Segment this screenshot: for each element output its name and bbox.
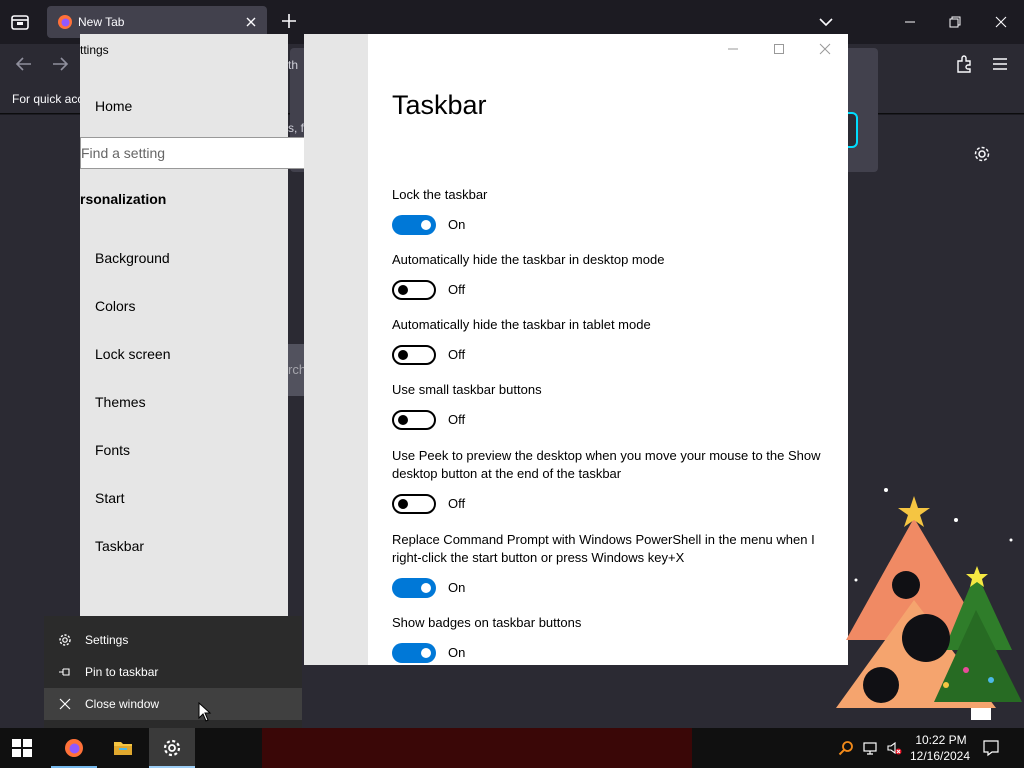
close-icon <box>59 698 71 710</box>
clock-time[interactable]: 10:22 PM <box>912 733 970 747</box>
setting-label-small-buttons: Use small taskbar buttons <box>392 382 542 397</box>
setting-label-peek: Use Peek to preview the desktop when you… <box>392 448 821 481</box>
nav-item-colors[interactable]: Colors <box>95 298 135 314</box>
nav-item-taskbar[interactable]: Taskbar <box>95 538 144 554</box>
close-tab-icon[interactable] <box>243 14 259 30</box>
nav-item-fonts[interactable]: Fonts <box>95 442 130 458</box>
nav-item-start[interactable]: Start <box>95 490 125 506</box>
nav-item-lock-screen[interactable]: Lock screen <box>95 346 170 362</box>
toggle-knob <box>398 285 408 295</box>
toggle-autohide-tablet[interactable] <box>392 345 436 365</box>
jump-item-label: Pin to taskbar <box>85 665 159 679</box>
christmas-tree-decoration <box>836 488 1022 720</box>
extensions-icon[interactable] <box>953 53 975 75</box>
mouse-cursor-icon <box>198 702 212 722</box>
jump-item-label: Settings <box>85 633 129 647</box>
firefox-logo-icon <box>58 15 72 29</box>
close-icon[interactable] <box>816 40 834 58</box>
nav-section-heading: rsonalization <box>80 191 167 207</box>
toggle-knob <box>421 220 431 230</box>
folder-icon <box>114 742 132 755</box>
toggle-peek[interactable] <box>392 494 436 514</box>
restore-icon[interactable] <box>941 8 969 36</box>
toggle-state-text: On <box>448 217 466 232</box>
toggle-state-text: Off <box>448 496 466 511</box>
gear-icon <box>163 739 181 757</box>
hamburger-menu-icon[interactable] <box>989 53 1011 75</box>
setting-label-lock-taskbar: Lock the taskbar <box>392 187 488 202</box>
toggle-knob <box>421 583 431 593</box>
settings-nav-pane: ttings Home rsonalization Background Col… <box>80 34 288 616</box>
maximize-icon[interactable] <box>770 40 788 58</box>
toggle-knob <box>398 499 408 509</box>
toggle-powershell[interactable] <box>392 578 436 598</box>
toggle-state-text: Off <box>448 347 466 362</box>
chevron-down-icon[interactable] <box>818 14 834 30</box>
clock-date[interactable]: 12/16/2024 <box>908 749 972 763</box>
settings-pane-divider <box>304 34 368 665</box>
toggle-state-text: On <box>448 645 466 660</box>
taskbar-app-settings[interactable] <box>149 728 195 768</box>
toggle-small-buttons[interactable] <box>392 410 436 430</box>
bookmarks-hint: For quick acc <box>12 92 84 106</box>
toggle-autohide-desktop[interactable] <box>392 280 436 300</box>
firefox-text-fragment: th <box>288 58 299 72</box>
firefox-view-icon[interactable] <box>8 10 32 34</box>
settings-content-pane: Taskbar Lock the taskbar On Automaticall… <box>368 34 848 665</box>
setting-label-autohide-desktop: Automatically hide the taskbar in deskto… <box>392 252 665 267</box>
minimize-icon[interactable] <box>896 8 924 36</box>
setting-label-autohide-tablet: Automatically hide the taskbar in tablet… <box>392 317 651 332</box>
search-key-icon[interactable] <box>838 740 854 756</box>
new-tab-icon[interactable] <box>280 12 298 30</box>
page-title: Taskbar <box>392 90 487 120</box>
taskbar-app-firefox[interactable] <box>51 728 97 768</box>
page-settings-gear-icon[interactable] <box>972 144 992 164</box>
minimize-icon[interactable] <box>724 40 742 58</box>
firefox-logo-icon <box>65 739 83 757</box>
setting-label-badges: Show badges on taskbar buttons <box>392 615 582 630</box>
toggle-state-text: Off <box>448 412 466 427</box>
windows-start-icon[interactable] <box>12 739 32 757</box>
gear-icon <box>59 634 71 646</box>
close-window-icon[interactable] <box>987 8 1015 36</box>
toggle-state-text: On <box>448 580 466 595</box>
find-setting-placeholder: Find a setting <box>81 145 166 161</box>
taskbar-jump-list: Settings Pin to taskbar Close window <box>44 616 302 728</box>
toggle-lock-taskbar[interactable] <box>392 215 436 235</box>
speaker-muted-icon[interactable] <box>886 740 902 756</box>
taskbar-wallpaper-strip <box>262 728 692 768</box>
tab-title: New Tab <box>78 15 125 29</box>
toggle-knob <box>398 415 408 425</box>
jump-item-label: Close window <box>85 697 160 711</box>
taskbar-app-file-explorer[interactable] <box>100 728 146 768</box>
network-icon[interactable] <box>862 740 878 756</box>
jump-item-close-window[interactable]: Close window <box>44 688 302 720</box>
toggle-knob <box>398 350 408 360</box>
pin-icon <box>59 668 70 676</box>
back-arrow-icon[interactable] <box>13 53 35 75</box>
toggle-knob <box>421 648 431 658</box>
setting-label-powershell: Replace Command Prompt with Windows Powe… <box>392 532 815 565</box>
nav-item-background[interactable]: Background <box>95 250 170 266</box>
nav-home[interactable]: Home <box>95 98 132 114</box>
windows-taskbar: 10:22 PM 12/16/2024 <box>0 728 1024 768</box>
nav-item-themes[interactable]: Themes <box>95 394 146 410</box>
forward-arrow-icon[interactable] <box>49 53 71 75</box>
jump-item-pin[interactable]: Pin to taskbar <box>44 656 302 688</box>
window-title: ttings <box>80 43 109 57</box>
toggle-badges[interactable] <box>392 643 436 663</box>
toggle-state-text: Off <box>448 282 466 297</box>
jump-item-settings[interactable]: Settings <box>44 624 302 656</box>
notification-center-icon[interactable] <box>982 739 1000 757</box>
